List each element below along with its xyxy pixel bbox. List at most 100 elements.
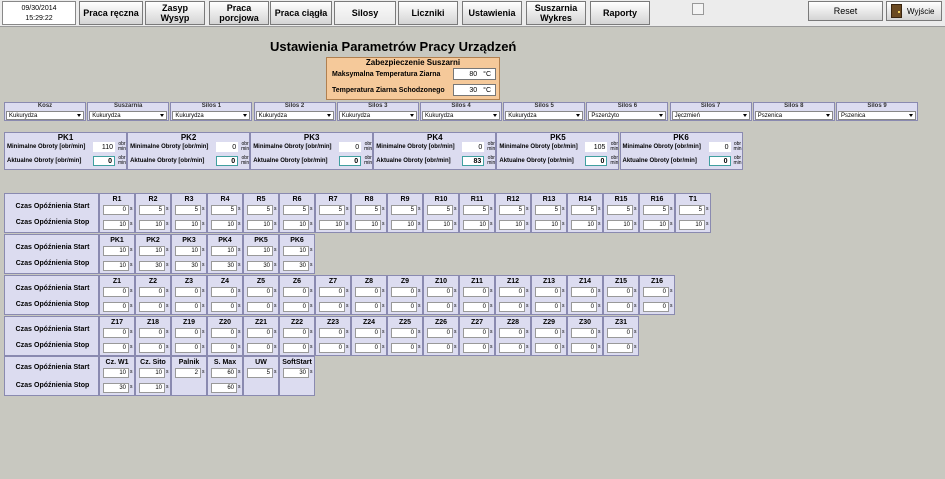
delay-start-input[interactable]: 10 <box>211 246 237 256</box>
delay-start-input[interactable]: 0 <box>607 287 633 297</box>
crop-select[interactable]: Pszenica <box>838 111 916 120</box>
delay-stop-input[interactable]: 10 <box>643 220 669 230</box>
delay-start-input[interactable]: 0 <box>571 287 597 297</box>
delay-start-input[interactable]: 0 <box>535 328 561 338</box>
delay-stop-input[interactable]: 0 <box>463 343 489 353</box>
delay-start-input[interactable]: 5 <box>571 205 597 215</box>
delay-stop-input[interactable]: 10 <box>247 220 273 230</box>
delay-start-input[interactable]: 5 <box>355 205 381 215</box>
nav-zasyp-wysyp[interactable]: Zasyp Wysyp <box>145 1 205 25</box>
crop-select[interactable]: Kukurydza <box>6 111 84 120</box>
delay-stop-input[interactable]: 0 <box>283 343 309 353</box>
nav-ustawienia[interactable]: Ustawienia <box>462 1 522 25</box>
delay-stop-input[interactable]: 0 <box>391 302 417 312</box>
delay-start-input[interactable]: 5 <box>139 205 165 215</box>
delay-start-input[interactable]: 5 <box>391 205 417 215</box>
delay-stop-input[interactable]: 10 <box>139 383 165 393</box>
delay-stop-input[interactable]: 0 <box>607 302 633 312</box>
delay-stop-input[interactable]: 10 <box>571 220 597 230</box>
min-rpm-input[interactable]: 0 <box>216 142 239 152</box>
delay-start-input[interactable]: 0 <box>499 328 525 338</box>
delay-start-input[interactable]: 0 <box>355 328 381 338</box>
delay-stop-input[interactable]: 0 <box>535 343 561 353</box>
min-rpm-input[interactable]: 0 <box>462 142 485 152</box>
delay-stop-input[interactable]: 60 <box>211 383 237 393</box>
delay-stop-input[interactable]: 0 <box>103 343 129 353</box>
delay-start-input[interactable]: 0 <box>463 287 489 297</box>
delay-stop-input[interactable]: 0 <box>247 302 273 312</box>
delay-start-input[interactable]: 5 <box>175 205 201 215</box>
delay-start-input[interactable]: 0 <box>607 328 633 338</box>
nav-suszarnia-wykres[interactable]: Suszarnia Wykres <box>526 1 586 25</box>
delay-start-input[interactable]: 60 <box>211 368 237 378</box>
delay-start-input[interactable]: 0 <box>103 328 129 338</box>
delay-stop-input[interactable]: 30 <box>211 261 237 271</box>
crop-select[interactable]: Jęczmień <box>671 111 750 120</box>
delay-start-input[interactable]: 10 <box>283 246 309 256</box>
delay-start-input[interactable]: 0 <box>391 287 417 297</box>
delay-start-input[interactable]: 10 <box>247 246 273 256</box>
delay-start-input[interactable]: 0 <box>247 328 273 338</box>
delay-start-input[interactable]: 10 <box>139 368 165 378</box>
delay-stop-input[interactable]: 10 <box>499 220 525 230</box>
delay-start-input[interactable]: 5 <box>427 205 453 215</box>
delay-stop-input[interactable]: 0 <box>643 302 669 312</box>
delay-start-input[interactable]: 5 <box>319 205 345 215</box>
delay-start-input[interactable]: 0 <box>643 287 669 297</box>
delay-stop-input[interactable]: 10 <box>103 261 129 271</box>
delay-stop-input[interactable]: 0 <box>319 302 345 312</box>
delay-stop-input[interactable]: 10 <box>319 220 345 230</box>
document-icon[interactable] <box>692 3 704 15</box>
delay-start-input[interactable]: 0 <box>139 287 165 297</box>
delay-stop-input[interactable]: 10 <box>139 220 165 230</box>
delay-start-input[interactable]: 0 <box>139 328 165 338</box>
min-rpm-input[interactable]: 110 <box>93 142 115 152</box>
crop-select[interactable]: Kukurydza <box>89 111 168 120</box>
delay-stop-input[interactable]: 10 <box>679 220 705 230</box>
delay-stop-input[interactable]: 0 <box>571 343 597 353</box>
delay-stop-input[interactable]: 10 <box>427 220 453 230</box>
delay-stop-input[interactable]: 10 <box>535 220 561 230</box>
delay-stop-input[interactable]: 0 <box>319 343 345 353</box>
delay-stop-input[interactable]: 0 <box>175 302 201 312</box>
exit-button[interactable]: Wyjście <box>886 1 942 21</box>
delay-stop-input[interactable]: 10 <box>103 220 129 230</box>
crop-select[interactable]: Kukurydza <box>422 111 500 120</box>
crop-select[interactable]: Kukurydza <box>505 111 584 120</box>
delay-stop-input[interactable]: 0 <box>427 343 453 353</box>
delay-stop-input[interactable]: 10 <box>283 220 309 230</box>
min-rpm-input[interactable]: 105 <box>585 142 608 152</box>
crop-select[interactable]: Pszenica <box>754 111 833 120</box>
delay-start-input[interactable]: 10 <box>139 246 165 256</box>
delay-start-input[interactable]: 5 <box>211 205 237 215</box>
delay-start-input[interactable]: 0 <box>211 328 237 338</box>
nav-liczniki[interactable]: Liczniki <box>398 1 458 25</box>
delay-stop-input[interactable]: 30 <box>139 261 165 271</box>
delay-stop-input[interactable]: 10 <box>355 220 381 230</box>
delay-stop-input[interactable]: 0 <box>571 302 597 312</box>
delay-start-input[interactable]: 5 <box>607 205 633 215</box>
delay-stop-input[interactable]: 0 <box>463 302 489 312</box>
delay-stop-input[interactable]: 0 <box>355 302 381 312</box>
crop-select[interactable]: Pszenżyto <box>588 111 667 120</box>
delay-stop-input[interactable]: 0 <box>427 302 453 312</box>
delay-start-input[interactable]: 0 <box>391 328 417 338</box>
delay-start-input[interactable]: 0 <box>571 328 597 338</box>
delay-stop-input[interactable]: 0 <box>139 302 165 312</box>
delay-stop-input[interactable]: 0 <box>535 302 561 312</box>
delay-stop-input[interactable]: 0 <box>103 302 129 312</box>
crop-select[interactable]: Kukurydza <box>338 111 417 120</box>
delay-start-input[interactable]: 0 <box>427 287 453 297</box>
delay-stop-input[interactable]: 30 <box>175 261 201 271</box>
delay-start-input[interactable]: 10 <box>103 246 129 256</box>
crop-select[interactable]: Kukurydza <box>172 111 251 120</box>
crop-select[interactable]: Kukurydza <box>255 111 334 120</box>
nav-raporty[interactable]: Raporty <box>590 1 650 25</box>
min-rpm-input[interactable]: 0 <box>339 142 362 152</box>
delay-start-input[interactable]: 5 <box>499 205 525 215</box>
delay-start-input[interactable]: 0 <box>283 328 309 338</box>
delay-stop-input[interactable]: 0 <box>175 343 201 353</box>
nav-silosy[interactable]: Silosy <box>334 1 396 25</box>
delay-stop-input[interactable]: 0 <box>391 343 417 353</box>
delay-stop-input[interactable]: 0 <box>355 343 381 353</box>
